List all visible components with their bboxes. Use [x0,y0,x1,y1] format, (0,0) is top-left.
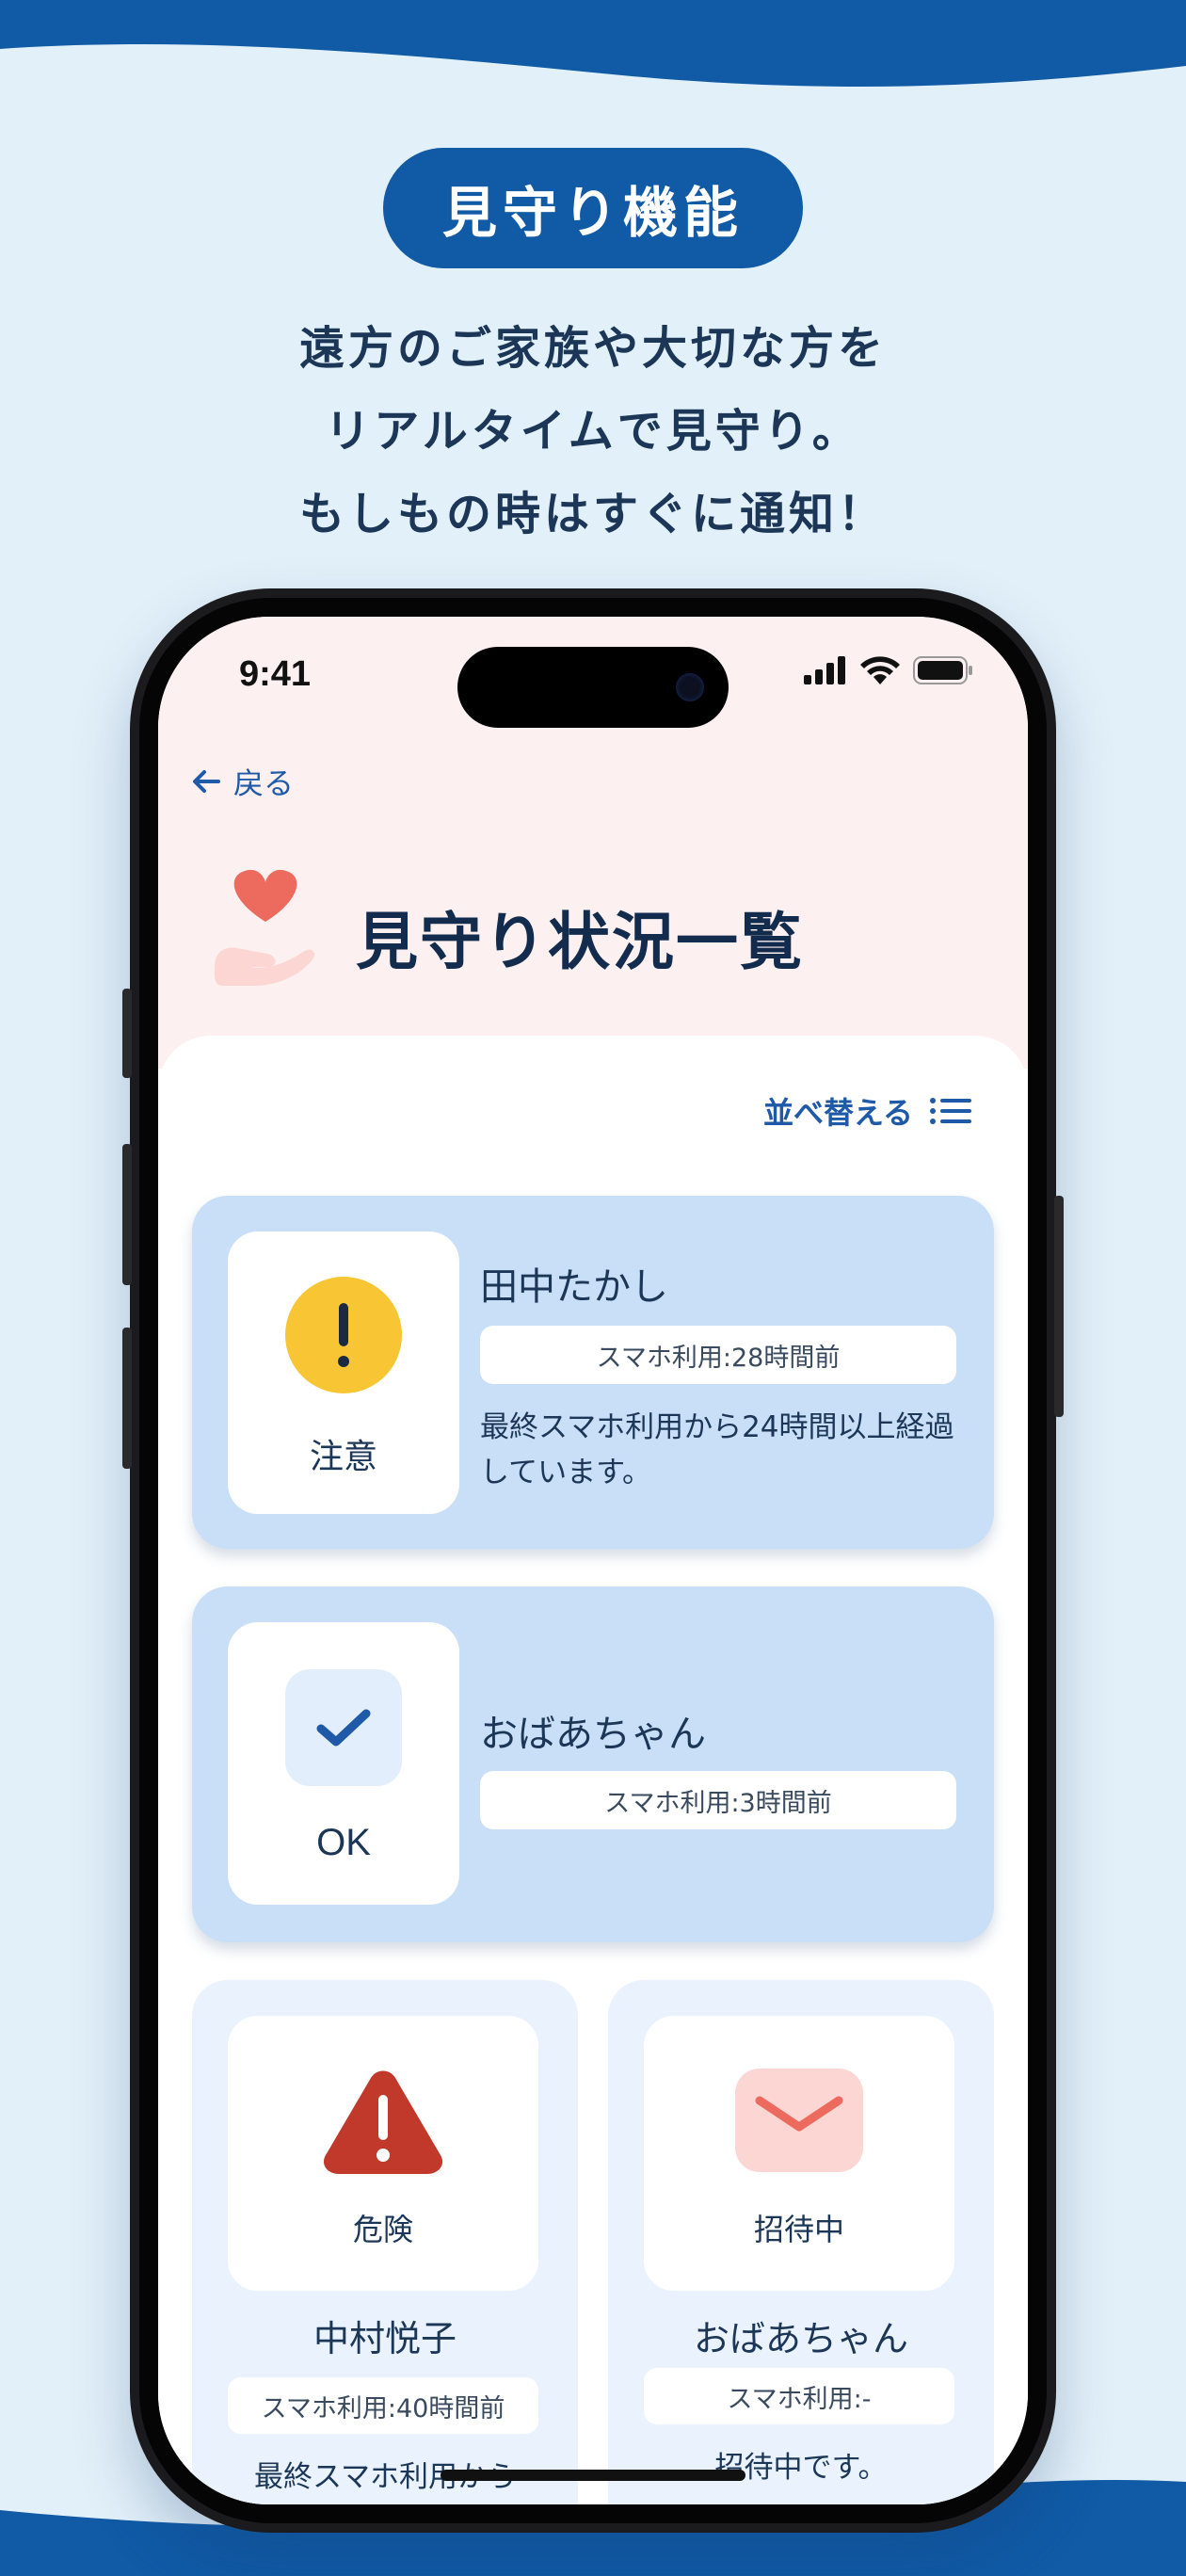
exclamation-circle-icon [285,1277,402,1393]
phone-screen: 9:41 戻る 見守り状況一覧 並べ替える 注意 田中たかし スマホ利用:28時… [158,617,1028,2504]
tagline-line-2: リアルタイムで見守り。 [325,405,861,458]
arrow-left-icon [193,770,220,793]
status-icons [804,656,973,684]
usage-badge: スマホ利用:- [644,2368,954,2424]
sort-label: 並べ替える [762,1095,913,1131]
top-wave-decoration [0,0,1186,87]
status-indicator: 注意 [228,1232,459,1514]
member-name: 田中たかし [480,1265,668,1309]
member-name: 中村悦子 [313,2318,457,2359]
member-name: おばあちゃん [480,1713,706,1756]
status-label: 注意 [309,1438,377,1476]
usage-badge: スマホ利用:40時間前 [228,2377,538,2434]
cellular-signal-icon [804,656,845,684]
back-label: 戻る [233,765,295,801]
check-icon [316,1709,371,1747]
status-indicator: 招待中 [644,2016,954,2291]
home-indicator[interactable] [441,2470,745,2481]
camera-icon [676,673,704,701]
envelope-icon [735,2069,863,2172]
phone-volume-down-button [122,1328,132,1469]
phone-volume-up-button [122,1144,132,1285]
status-label: 危険 [352,2212,413,2247]
page-title: 見守り状況一覧 [356,906,804,978]
member-card[interactable]: 招待中 おばあちゃん スマホ利用:- 招待中です。 [608,1980,994,2504]
usage-badge: スマホ利用:28時間前 [480,1326,956,1384]
status-message: 最終スマホ利用から24時間以上経過しています。 [480,1410,954,1489]
wifi-icon [860,656,900,684]
usage-badge: スマホ利用:3時間前 [480,1771,956,1829]
tagline-line-3: もしもの時はすぐに通知！ [298,488,887,540]
status-time: 9:41 [239,654,312,694]
back-button[interactable]: 戻る [192,760,294,803]
status-label: 招待中 [753,2212,844,2247]
phone-power-button [1054,1196,1064,1417]
phone-side-button [122,989,132,1078]
status-indicator: OK [228,1622,459,1905]
warning-triangle-icon [323,2070,443,2174]
check-tile [285,1669,402,1786]
member-name: おばあちゃん [693,2318,908,2359]
sort-button[interactable]: 並べ替える [763,1089,971,1133]
battery-icon [913,656,972,684]
member-card[interactable]: 危険 中村悦子 スマホ利用:40時間前 最終スマホ利用から [192,1980,578,2504]
member-card[interactable]: 注意 田中たかし スマホ利用:28時間前 最終スマホ利用から24時間以上経過して… [192,1196,994,1549]
tagline-line-1: 遠方のご家族や大切な方を [298,322,887,375]
dynamic-island [457,647,729,728]
status-indicator: 危険 [228,2016,538,2291]
heart-hand-icon [215,869,315,986]
status-label: OK [316,1822,371,1863]
list-icon [930,1098,971,1124]
member-card[interactable]: OK おばあちゃん スマホ利用:3時間前 [192,1586,994,1942]
feature-badge: 見守り機能 [383,148,803,268]
